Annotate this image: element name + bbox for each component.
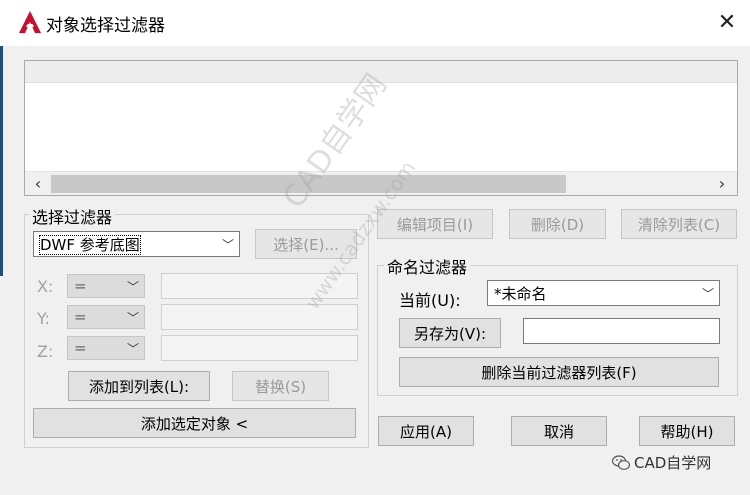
scroll-thumb[interactable] [51, 175, 566, 193]
cancel-button[interactable]: 取消 [511, 416, 607, 446]
close-button[interactable]: ✕ [711, 8, 743, 38]
delete-button[interactable]: 删除(D) [509, 209, 606, 239]
x-operator-select[interactable]: = ﹀ [67, 274, 145, 298]
add-to-list-button[interactable]: 添加到列表(L): [68, 371, 210, 401]
chevron-down-icon: ﹀ [126, 279, 139, 294]
scroll-left-arrow-icon[interactable]: ‹ [29, 174, 47, 194]
wechat-icon [612, 454, 630, 470]
z-operator-select[interactable]: = ﹀ [67, 336, 145, 360]
x-operator-value: = [74, 277, 87, 295]
x-label: X: [37, 277, 54, 296]
y-operator-select[interactable]: = ﹀ [67, 305, 145, 329]
filter-list-header [25, 61, 737, 83]
horizontal-scrollbar[interactable]: ‹ › [25, 171, 737, 195]
delete-current-filter-list-button[interactable]: 删除当前过滤器列表(F) [399, 357, 719, 387]
chevron-down-icon: ﹀ [126, 310, 139, 325]
title-bar: 对象选择过滤器 ✕ [0, 0, 750, 46]
z-value-input[interactable] [161, 335, 358, 361]
background-window-edge [0, 46, 3, 276]
select-filter-label: 选择过滤器 [29, 204, 116, 228]
chevron-down-icon: ﹀ [701, 286, 714, 301]
y-value-input[interactable] [161, 304, 358, 330]
object-type-select[interactable]: DWF 参考底图 ﹀ [33, 231, 240, 257]
apply-button[interactable]: 应用(A) [378, 416, 474, 446]
filter-list[interactable]: ‹ › [24, 60, 738, 196]
object-type-value: DWF 参考底图 [39, 234, 141, 255]
save-as-button[interactable]: 另存为(V): [399, 318, 501, 348]
z-label: Z: [37, 342, 54, 361]
brand-watermark: CAD自学网 [612, 452, 711, 473]
y-label: Y: [37, 309, 51, 328]
window-title: 对象选择过滤器 [46, 16, 165, 36]
current-filter-value: *未命名 [494, 284, 547, 303]
replace-button[interactable]: 替换(S) [232, 371, 329, 401]
brand-text: CAD自学网 [634, 454, 712, 472]
y-operator-value: = [74, 308, 87, 326]
save-as-name-input[interactable] [523, 318, 720, 344]
chevron-down-icon: ﹀ [126, 341, 139, 356]
named-filter-label: 命名过滤器 [384, 254, 471, 278]
current-filter-select[interactable]: *未命名 ﹀ [487, 280, 720, 306]
help-button[interactable]: 帮助(H) [639, 416, 735, 446]
x-value-input[interactable] [161, 273, 358, 299]
z-operator-value: = [74, 339, 87, 357]
clear-list-button[interactable]: 清除列表(C) [621, 209, 737, 239]
scroll-right-arrow-icon[interactable]: › [713, 174, 731, 194]
autocad-logo-icon [19, 11, 41, 33]
edit-item-button[interactable]: 编辑项目(I) [377, 209, 493, 239]
add-selected-object-button[interactable]: 添加选定对象 < [33, 408, 356, 438]
select-button[interactable]: 选择(E)... [255, 229, 357, 259]
chevron-down-icon: ﹀ [221, 237, 234, 252]
current-label: 当前(U): [399, 291, 461, 310]
